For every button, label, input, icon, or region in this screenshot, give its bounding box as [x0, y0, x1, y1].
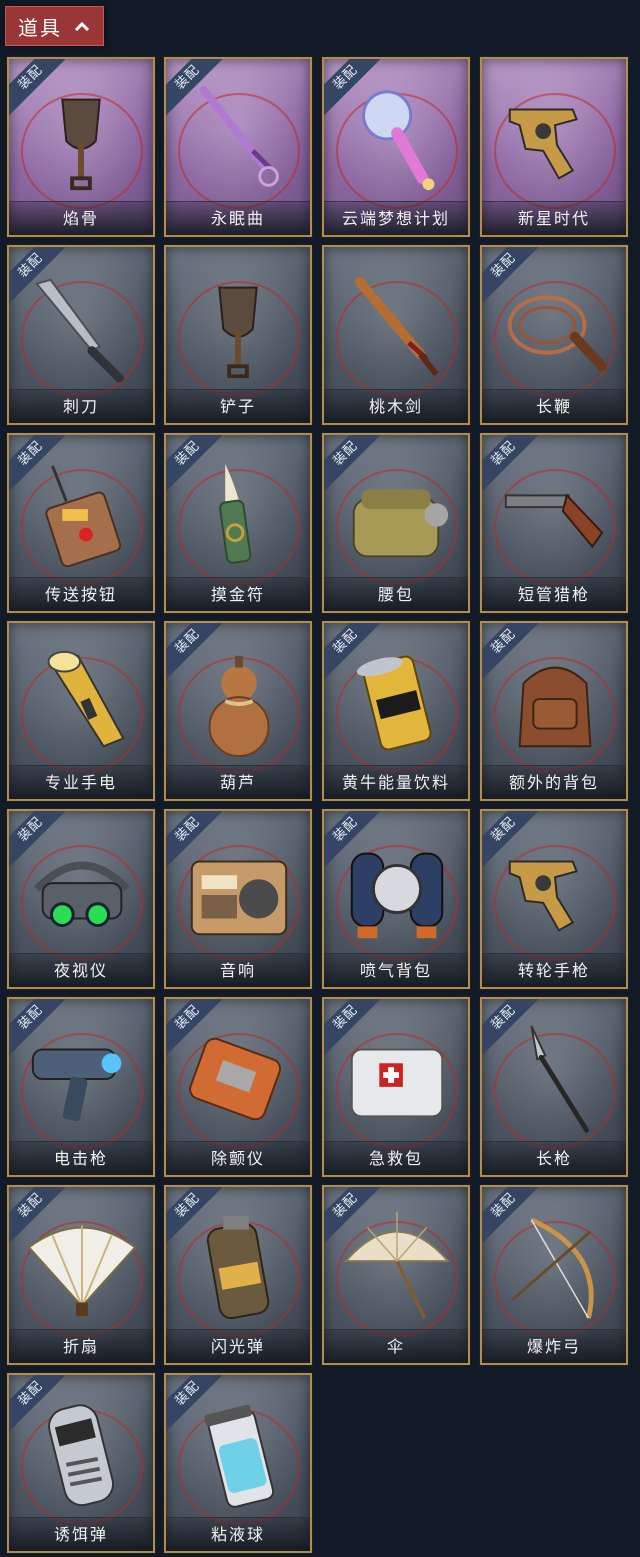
shovel-icon	[218, 286, 258, 379]
item-name: 粘液球	[166, 1517, 310, 1551]
item-name: 铲子	[166, 389, 310, 423]
item-card[interactable]: 装配 永眠曲	[164, 57, 312, 237]
talisman-icon	[219, 463, 252, 564]
chevron-up-icon	[74, 21, 90, 31]
item-name: 急救包	[324, 1141, 468, 1175]
item-name: 夜视仪	[9, 953, 153, 987]
item-card[interactable]: 铲子	[164, 245, 312, 425]
item-card[interactable]: 装配 额外的背包	[480, 621, 628, 801]
section-title: 道具	[18, 15, 62, 40]
item-card[interactable]: 装配 爆炸弓	[480, 1185, 628, 1365]
item-name: 伞	[324, 1329, 468, 1363]
item-name: 转轮手枪	[482, 953, 626, 987]
item-card[interactable]: 装配 电击枪	[7, 997, 155, 1177]
gourd-icon	[208, 655, 270, 758]
item-name: 桃木剑	[324, 389, 468, 423]
item-card[interactable]: 装配 除颤仪	[164, 997, 312, 1177]
item-name: 折扇	[9, 1329, 153, 1363]
item-name: 诱饵弹	[9, 1517, 153, 1551]
goggles-icon	[33, 861, 131, 927]
item-card[interactable]: 装配 腰包	[322, 433, 470, 613]
item-name: 电击枪	[9, 1141, 153, 1175]
item-card[interactable]: 装配 刺刀	[7, 245, 155, 425]
radio-icon	[190, 860, 288, 936]
defibrillator-icon	[189, 1037, 282, 1121]
item-name: 喷气背包	[324, 953, 468, 987]
shovel-icon	[61, 98, 101, 191]
backpack-icon	[518, 666, 592, 748]
waist-bag-icon	[352, 489, 449, 558]
slime-jar-icon	[204, 1404, 275, 1508]
item-card[interactable]: 装配 长鞭	[480, 245, 628, 425]
item-name: 短管猎枪	[482, 577, 626, 611]
item-card[interactable]: 装配 音响	[164, 809, 312, 989]
item-card[interactable]: 装配 喷气背包	[322, 809, 470, 989]
jetpack-icon	[350, 852, 444, 939]
mace-icon	[362, 90, 435, 191]
bayonet-icon	[35, 278, 124, 383]
fan-icon	[27, 1225, 137, 1317]
item-card[interactable]: 桃木剑	[322, 245, 470, 425]
sword-icon	[199, 85, 279, 187]
item-name: 新星时代	[482, 201, 626, 235]
first-aid-icon	[350, 1048, 444, 1118]
item-name: 腰包	[324, 577, 468, 611]
flashlight-icon	[47, 650, 125, 748]
item-name: 除颤仪	[166, 1141, 310, 1175]
section-tab-props[interactable]: 道具	[5, 6, 104, 46]
bow-icon	[510, 1217, 594, 1319]
revolver-icon	[508, 108, 578, 180]
item-card[interactable]: 装配 粘液球	[164, 1373, 312, 1553]
item-card[interactable]: 装配 云端梦想计划	[322, 57, 470, 237]
item-card[interactable]: 装配 摸金符	[164, 433, 312, 613]
item-card[interactable]: 装配 长枪	[480, 997, 628, 1177]
remote-icon	[45, 465, 122, 568]
item-name: 音响	[166, 953, 310, 987]
whip-icon	[507, 295, 608, 372]
item-name: 爆炸弓	[482, 1329, 626, 1363]
item-name: 专业手电	[9, 765, 153, 799]
item-card[interactable]: 新星时代	[480, 57, 628, 237]
wooden-sword-icon	[354, 276, 439, 377]
item-card[interactable]: 装配 传送按钮	[7, 433, 155, 613]
spear-icon	[530, 1025, 589, 1133]
item-name: 额外的背包	[482, 765, 626, 799]
item-name: 永眠曲	[166, 201, 310, 235]
grenade-icon	[206, 1215, 270, 1320]
item-name: 长鞭	[482, 389, 626, 423]
item-name: 黄牛能量饮料	[324, 765, 468, 799]
can-icon	[356, 655, 432, 751]
item-name: 传送按钮	[9, 577, 153, 611]
item-card[interactable]: 装配 黄牛能量饮料	[322, 621, 470, 801]
item-card[interactable]: 专业手电	[7, 621, 155, 801]
item-name: 摸金符	[166, 577, 310, 611]
shock-gun-icon	[31, 1048, 122, 1122]
item-name: 焰骨	[9, 201, 153, 235]
item-card[interactable]: 装配 夜视仪	[7, 809, 155, 989]
item-card[interactable]: 装配 折扇	[7, 1185, 155, 1365]
item-card[interactable]: 装配伞	[322, 1185, 470, 1365]
revolver-icon	[508, 860, 578, 932]
item-card[interactable]: 装配 急救包	[322, 997, 470, 1177]
item-name: 云端梦想计划	[324, 201, 468, 235]
item-card[interactable]: 装配 转轮手枪	[480, 809, 628, 989]
item-card[interactable]: 装配 短管猎枪	[480, 433, 628, 613]
shotgun-icon	[504, 493, 604, 549]
item-card[interactable]: 装配 诱饵弹	[7, 1373, 155, 1553]
item-card[interactable]: 装配 焰骨	[7, 57, 155, 237]
umbrella-icon	[343, 1211, 451, 1319]
item-card[interactable]: 装配 葫芦	[164, 621, 312, 801]
canister-icon	[48, 1404, 115, 1507]
item-name: 闪光弹	[166, 1329, 310, 1363]
item-name: 刺刀	[9, 389, 153, 423]
item-name: 长枪	[482, 1141, 626, 1175]
item-card[interactable]: 装配 闪光弹	[164, 1185, 312, 1365]
item-name: 葫芦	[166, 765, 310, 799]
